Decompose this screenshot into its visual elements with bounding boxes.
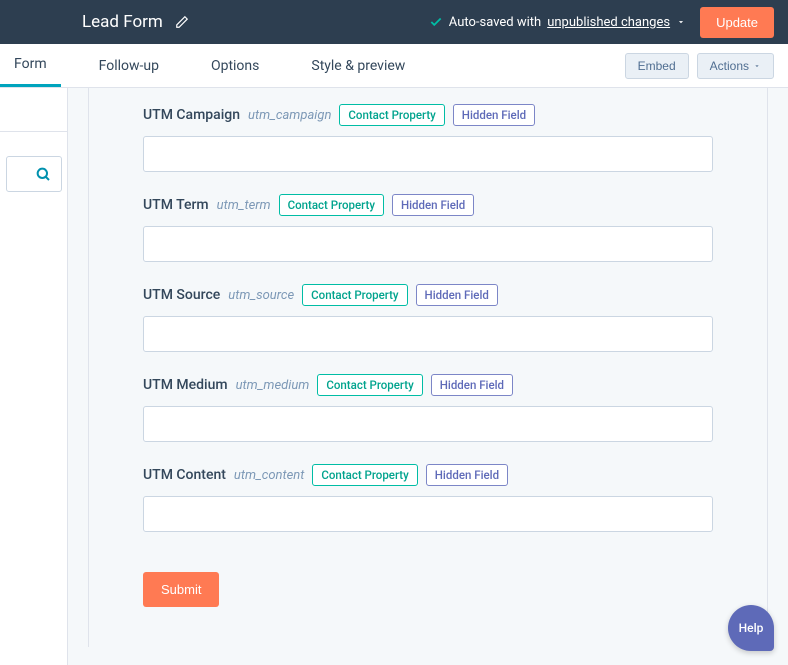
utm-term-input[interactable]	[143, 226, 713, 262]
hidden-field-badge: Hidden Field	[392, 194, 474, 216]
tab-bar: Form Follow-up Options Style & preview E…	[0, 44, 788, 88]
check-icon	[429, 15, 443, 29]
tab-style-preview[interactable]: Style & preview	[297, 44, 419, 87]
tabbar-actions: Embed Actions	[625, 44, 788, 87]
field-slug: utm_medium	[236, 378, 310, 393]
hidden-field-badge: Hidden Field	[416, 284, 498, 306]
sidebar	[0, 88, 68, 665]
field-utm-campaign: UTM Campaign utm_campaign Contact Proper…	[143, 88, 713, 178]
autosave-status: Auto-saved with unpublished changes	[429, 15, 686, 30]
field-slug: utm_content	[234, 468, 304, 483]
form-title: Lead Form	[82, 12, 163, 32]
utm-campaign-input[interactable]	[143, 136, 713, 172]
search-input[interactable]	[6, 156, 62, 192]
main: UTM Campaign utm_campaign Contact Proper…	[0, 88, 788, 665]
hidden-field-badge: Hidden Field	[426, 464, 508, 486]
field-slug: utm_source	[228, 288, 294, 303]
utm-source-input[interactable]	[143, 316, 713, 352]
actions-label: Actions	[710, 59, 749, 73]
utm-content-input[interactable]	[143, 496, 713, 532]
hidden-field-badge: Hidden Field	[431, 374, 513, 396]
embed-label: Embed	[638, 59, 676, 73]
field-labels: UTM Campaign utm_campaign Contact Proper…	[143, 104, 713, 126]
tab-options[interactable]: Options	[197, 44, 273, 87]
unpublished-changes-link[interactable]: unpublished changes	[547, 15, 670, 30]
update-button[interactable]: Update	[700, 7, 774, 38]
field-utm-term: UTM Term utm_term Contact Property Hidde…	[143, 178, 713, 268]
tabs: Form Follow-up Options Style & preview	[0, 44, 443, 87]
field-label: UTM Term	[143, 197, 209, 213]
autosave-text: Auto-saved with	[449, 15, 541, 30]
embed-button[interactable]: Embed	[625, 53, 689, 79]
tab-form[interactable]: Form	[0, 44, 61, 87]
top-bar: Lead Form Auto-saved with unpublished ch…	[0, 0, 788, 44]
field-labels: UTM Term utm_term Contact Property Hidde…	[143, 194, 713, 216]
tab-followup[interactable]: Follow-up	[85, 44, 173, 87]
contact-property-badge: Contact Property	[279, 194, 384, 216]
help-fab[interactable]: Help	[728, 605, 774, 651]
caret-down-icon[interactable]	[676, 17, 686, 27]
field-utm-content: UTM Content utm_content Contact Property…	[143, 448, 713, 538]
field-label: UTM Content	[143, 467, 226, 483]
field-utm-source: UTM Source utm_source Contact Property H…	[143, 268, 713, 358]
topbar-left: Lead Form	[0, 12, 189, 32]
field-labels: UTM Medium utm_medium Contact Property H…	[143, 374, 713, 396]
sidebar-row	[0, 98, 67, 132]
utm-medium-input[interactable]	[143, 406, 713, 442]
contact-property-badge: Contact Property	[302, 284, 407, 306]
field-slug: utm_campaign	[248, 108, 331, 123]
topbar-right: Auto-saved with unpublished changes Upda…	[429, 7, 774, 38]
field-slug: utm_term	[217, 198, 271, 213]
canvas-inner: UTM Campaign utm_campaign Contact Proper…	[88, 88, 768, 647]
field-labels: UTM Content utm_content Contact Property…	[143, 464, 713, 486]
form-canvas: UTM Campaign utm_campaign Contact Proper…	[68, 88, 788, 665]
hidden-field-badge: Hidden Field	[453, 104, 535, 126]
contact-property-badge: Contact Property	[317, 374, 422, 396]
submit-button[interactable]: Submit	[143, 572, 219, 607]
field-labels: UTM Source utm_source Contact Property H…	[143, 284, 713, 306]
field-utm-medium: UTM Medium utm_medium Contact Property H…	[143, 358, 713, 448]
contact-property-badge: Contact Property	[312, 464, 417, 486]
actions-button[interactable]: Actions	[697, 53, 774, 79]
edit-title-icon[interactable]	[175, 15, 189, 29]
contact-property-badge: Contact Property	[339, 104, 444, 126]
field-label: UTM Source	[143, 287, 220, 303]
field-label: UTM Medium	[143, 377, 228, 393]
caret-down-icon	[753, 62, 761, 70]
field-label: UTM Campaign	[143, 107, 240, 123]
